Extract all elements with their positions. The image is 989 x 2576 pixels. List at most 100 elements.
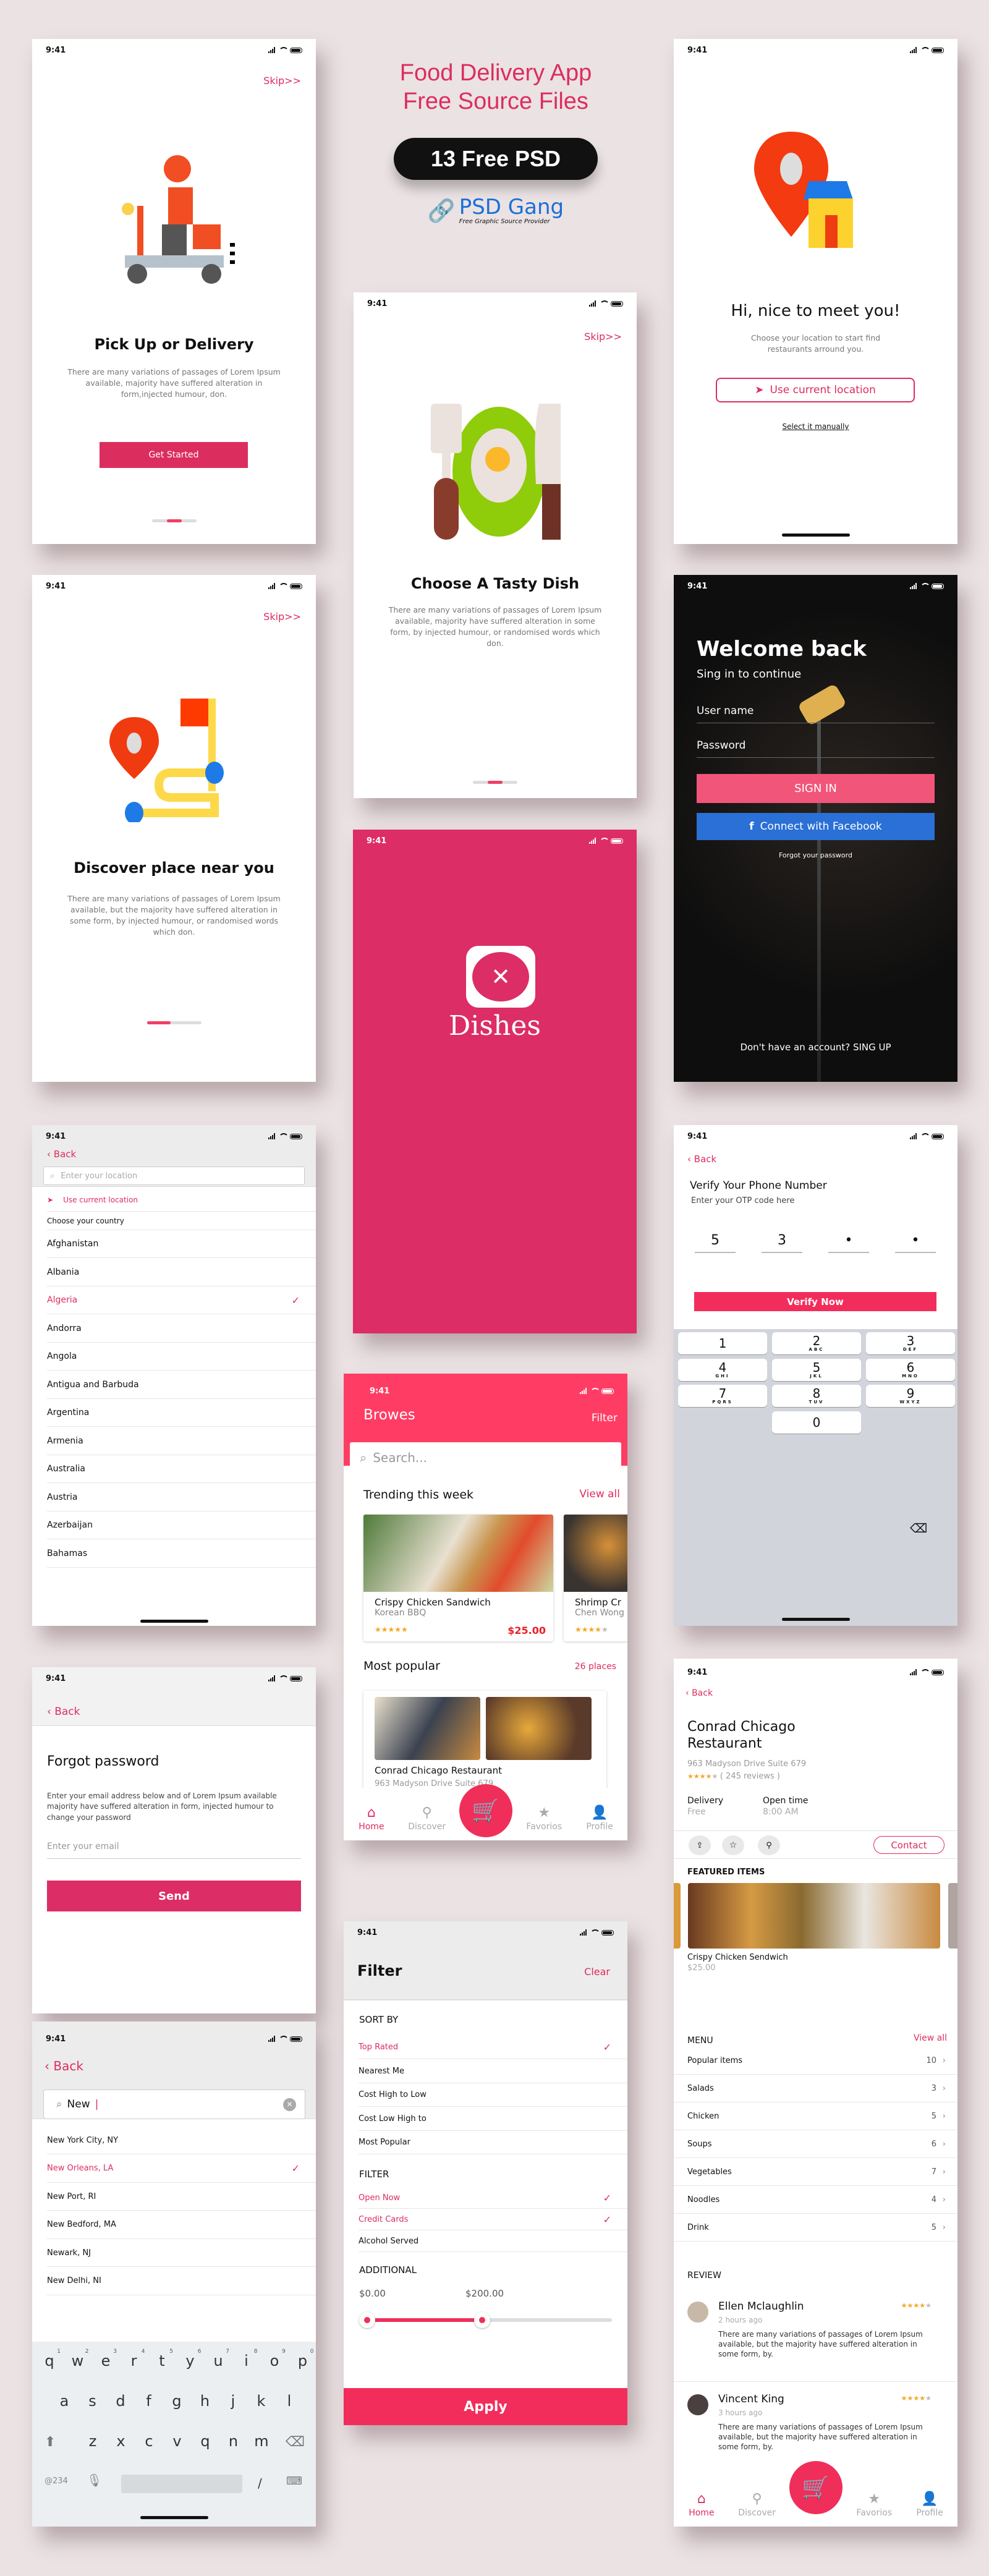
keyboard-key[interactable]: 2w bbox=[66, 2349, 90, 2370]
sort-option[interactable]: Cost High to Low bbox=[359, 2083, 627, 2107]
city-row[interactable]: New Bedford, MA bbox=[47, 2211, 316, 2239]
space-bar[interactable] bbox=[121, 2475, 242, 2493]
slider-max-handle[interactable] bbox=[474, 2312, 491, 2328]
nav-discover[interactable]: ⚲ Discover bbox=[732, 2491, 782, 2518]
menu-view-all-link[interactable]: View all bbox=[914, 2033, 947, 2043]
favorite-button[interactable]: ☆ bbox=[722, 1835, 744, 1855]
city-row[interactable]: New Port, RI bbox=[47, 2183, 316, 2211]
microphone-icon[interactable]: 🎙 bbox=[87, 2473, 102, 2488]
keyboard-key[interactable]: l bbox=[277, 2392, 302, 2410]
use-current-location-row[interactable]: ➤ Use current location bbox=[47, 1189, 316, 1212]
menu-category-row[interactable]: Chicken 5 › bbox=[674, 2102, 957, 2130]
delete-key[interactable]: ⌫ bbox=[910, 1521, 927, 1536]
keyboard-key[interactable]: s bbox=[80, 2392, 105, 2410]
forgot-password-link[interactable]: Forgot your password bbox=[674, 851, 957, 859]
city-search-input[interactable]: ⌕ New | ✕ bbox=[43, 2089, 305, 2119]
keyboard-key[interactable]: f bbox=[137, 2392, 161, 2410]
nav-discover[interactable]: ⚲ Discover bbox=[402, 1805, 452, 1832]
keyboard-key[interactable]: c bbox=[137, 2433, 161, 2450]
keyboard-key[interactable]: 4r bbox=[122, 2349, 146, 2370]
keyboard-key[interactable]: a bbox=[52, 2392, 77, 2410]
otp-digit-field[interactable]: • bbox=[828, 1228, 869, 1253]
menu-category-row[interactable]: Popular items 10 › bbox=[674, 2047, 957, 2075]
facebook-connect-button[interactable]: f Connect with Facebook bbox=[697, 813, 935, 840]
menu-category-row[interactable]: Drink 5 › bbox=[674, 2214, 957, 2242]
skip-link[interactable]: Skip>> bbox=[263, 75, 301, 87]
country-row[interactable]: Algeria ✓ bbox=[47, 1286, 316, 1314]
use-current-location-button[interactable]: ➤ Use current location bbox=[716, 378, 915, 402]
username-field[interactable]: User name bbox=[697, 699, 935, 723]
filter-option[interactable]: Open Now ✓ bbox=[359, 2187, 627, 2209]
keypad-key[interactable]: 3 DEF bbox=[866, 1332, 955, 1354]
keyboard-key[interactable]: 1q bbox=[37, 2349, 62, 2370]
keyboard-key[interactable]: j bbox=[221, 2392, 245, 2410]
city-row[interactable]: New Orleans, LA ✓ bbox=[47, 2155, 316, 2183]
keypad-key[interactable]: 1 bbox=[678, 1332, 767, 1354]
location-search-input[interactable]: ⌕ Enter your location bbox=[43, 1167, 305, 1185]
menu-category-row[interactable]: Salads 3 › bbox=[674, 2075, 957, 2102]
keypad-key[interactable]: 0 bbox=[772, 1411, 861, 1434]
clear-search-icon[interactable]: ✕ bbox=[283, 2098, 296, 2111]
city-row[interactable]: New York City, NY bbox=[47, 2127, 316, 2154]
symbols-key[interactable]: @234 bbox=[45, 2476, 68, 2486]
slider-min-handle[interactable] bbox=[359, 2312, 375, 2328]
password-field[interactable]: Password bbox=[697, 733, 935, 758]
email-field[interactable]: Enter your email bbox=[47, 1834, 301, 1859]
menu-category-row[interactable]: Soups 6 › bbox=[674, 2130, 957, 2158]
country-row[interactable]: Austria bbox=[47, 1484, 316, 1511]
skip-link[interactable]: Skip>> bbox=[263, 611, 301, 623]
city-row[interactable]: Newark, NJ bbox=[47, 2239, 316, 2267]
contact-button[interactable]: Contact bbox=[873, 1836, 944, 1854]
trending-card[interactable]: Shrimp Cr Chen Wong ★★★★★ bbox=[564, 1515, 627, 1641]
shift-key[interactable]: ⬆ bbox=[45, 2434, 56, 2450]
keyboard-key[interactable]: g bbox=[164, 2392, 189, 2410]
keypad-key[interactable]: 4 GHI bbox=[678, 1358, 767, 1381]
view-all-link[interactable]: View all bbox=[579, 1488, 620, 1500]
country-row[interactable]: Armenia bbox=[47, 1427, 316, 1455]
keyboard-key[interactable]: h bbox=[193, 2392, 218, 2410]
nav-home[interactable]: ⌂ Home bbox=[677, 2491, 726, 2518]
country-row[interactable]: Argentina bbox=[47, 1399, 316, 1427]
city-row[interactable]: New Delhi, NI bbox=[47, 2268, 316, 2295]
sort-option[interactable]: Most Popular bbox=[359, 2131, 627, 2154]
backspace-key[interactable]: ⌫ bbox=[286, 2434, 305, 2450]
search-input[interactable]: ⌕ Search... bbox=[350, 1442, 621, 1473]
sort-option[interactable]: Cost Low High to bbox=[359, 2107, 627, 2131]
clear-button[interactable]: Clear bbox=[584, 1966, 610, 1978]
menu-category-row[interactable]: Noodles 4 › bbox=[674, 2186, 957, 2214]
share-button[interactable]: ⇪ bbox=[689, 1835, 711, 1855]
keyboard-key[interactable]: n bbox=[221, 2433, 246, 2450]
select-manually-link[interactable]: Select it manually bbox=[674, 422, 957, 431]
keypad-key[interactable]: 9 WXYZ bbox=[866, 1385, 955, 1407]
keyboard-key[interactable]: 9o bbox=[262, 2349, 287, 2370]
send-button[interactable]: Send bbox=[47, 1881, 301, 1911]
keyboard-key[interactable]: 7u bbox=[206, 2349, 231, 2370]
price-range-slider[interactable] bbox=[359, 2312, 612, 2328]
keyboard-key[interactable]: v bbox=[165, 2433, 190, 2450]
cart-button[interactable]: 🛒 bbox=[459, 1784, 512, 1837]
nav-profile[interactable]: 👤 Profile bbox=[575, 1805, 624, 1832]
map-button[interactable]: ⚲ bbox=[758, 1835, 780, 1855]
skip-link[interactable]: Skip>> bbox=[584, 331, 622, 342]
country-row[interactable]: Bahamas bbox=[47, 1540, 316, 1568]
nav-home[interactable]: ⌂ Home bbox=[347, 1805, 396, 1832]
slash-key[interactable]: / bbox=[258, 2476, 262, 2491]
filter-link[interactable]: Filter bbox=[592, 1412, 618, 1424]
back-button[interactable]: ‹ Back bbox=[687, 1154, 716, 1165]
filter-option[interactable]: Credit Cards ✓ bbox=[359, 2209, 627, 2230]
country-row[interactable]: Australia bbox=[47, 1455, 316, 1483]
filter-option[interactable]: Alcohol Served bbox=[359, 2230, 627, 2252]
keyboard-key[interactable]: 3e bbox=[93, 2349, 118, 2370]
apply-button[interactable]: Apply bbox=[344, 2388, 627, 2425]
keyboard-key[interactable]: q bbox=[193, 2433, 218, 2450]
get-started-button[interactable]: Get Started bbox=[100, 442, 248, 468]
sign-in-button[interactable]: SIGN IN bbox=[697, 774, 935, 803]
keypad-key[interactable]: 7 PQRS bbox=[678, 1385, 767, 1407]
country-row[interactable]: Angola bbox=[47, 1343, 316, 1371]
keyboard-key[interactable]: 6y bbox=[178, 2349, 203, 2370]
nav-profile[interactable]: 👤 Profile bbox=[905, 2491, 954, 2518]
country-row[interactable]: Albania bbox=[47, 1259, 316, 1286]
keyboard-key[interactable]: m bbox=[249, 2433, 274, 2450]
keyboard-key[interactable]: k bbox=[249, 2392, 274, 2410]
keyboard-hide-icon[interactable]: ⌨ bbox=[286, 2475, 302, 2488]
